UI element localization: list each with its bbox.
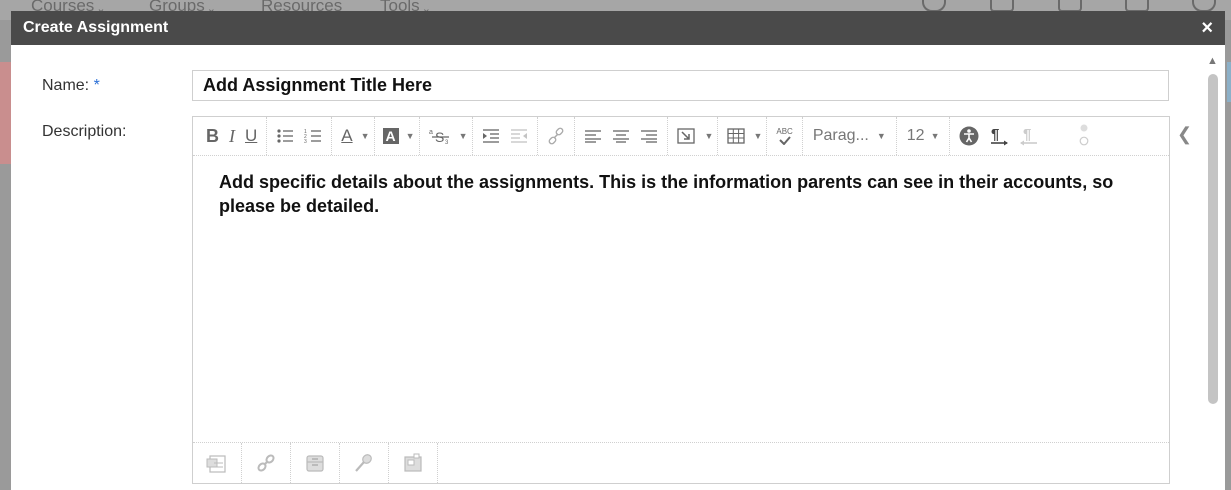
insert-embed-button[interactable] — [389, 443, 438, 483]
font-size-select[interactable]: 12 ▼ — [901, 127, 946, 145]
create-assignment-dialog: Create Assignment × Name: * Add Assignme… — [11, 11, 1225, 490]
align-center-button[interactable] — [607, 129, 635, 143]
caret-down-icon[interactable]: ▼ — [705, 131, 714, 141]
scrollbar-thumb[interactable] — [1208, 74, 1218, 404]
spellcheck-group: ABC — [767, 117, 803, 155]
text-style-group: B I U — [197, 117, 268, 155]
font-color-button[interactable]: A — [336, 126, 357, 146]
insert-media-button[interactable] — [340, 443, 389, 483]
svg-text:3: 3 — [304, 139, 307, 144]
embed-icon — [404, 453, 422, 472]
paragraph-mark-icon: ¶ — [991, 126, 1009, 146]
paragraph-format-group: Parag... ▼ — [803, 117, 897, 155]
editor-footer-toolbar — [193, 442, 1169, 483]
insert-group: ▼ — [668, 117, 719, 155]
collapse-toolbar-icon[interactable]: ❮ — [1177, 124, 1192, 145]
indent-group — [473, 117, 538, 155]
paragraph-rtl-button[interactable]: ¶ — [1014, 126, 1044, 146]
accessibility-icon — [959, 126, 979, 146]
caret-down-icon[interactable]: ▼ — [361, 131, 370, 141]
assignment-name-input[interactable]: Add Assignment Title Here — [192, 70, 1169, 101]
file-icon — [206, 455, 226, 473]
insert-button[interactable] — [672, 128, 702, 144]
list-group: 123 — [267, 117, 333, 155]
table-icon — [727, 128, 746, 144]
script-group: aS3 ▼ — [420, 117, 473, 155]
align-right-icon — [640, 130, 657, 143]
extras-group: ¶ ¶ — [950, 117, 1098, 155]
outdent-button[interactable] — [505, 128, 533, 144]
spellcheck-label: ABC — [776, 126, 793, 136]
paragraph-mark-rtl-icon: ¶ — [1020, 126, 1038, 146]
chain-link-icon — [257, 454, 275, 472]
insert-icon — [676, 128, 695, 144]
strikethrough-script-icon: aS3 — [429, 129, 449, 145]
link-button[interactable] — [542, 127, 570, 145]
dialog-header: Create Assignment × — [11, 11, 1225, 45]
superscript-subscript-button[interactable]: aS3 — [424, 127, 456, 145]
caret-down-icon: ▼ — [876, 131, 886, 141]
archive-icon — [306, 455, 324, 472]
highlight-group: A ▼ — [375, 117, 420, 155]
svg-text:3: 3 — [445, 140, 449, 145]
alignment-group — [575, 117, 668, 155]
name-label-text: Name: — [42, 77, 90, 94]
dialog-title: Create Assignment — [23, 19, 169, 36]
more-options-button[interactable] — [1074, 123, 1094, 149]
font-color-group: A ▼ — [332, 117, 375, 155]
caret-down-icon[interactable]: ▼ — [406, 131, 415, 141]
paragraph-format-value: Parag... — [812, 127, 869, 144]
svg-text:¶: ¶ — [991, 126, 999, 143]
align-left-icon — [584, 130, 601, 143]
close-button[interactable]: × — [1201, 17, 1213, 40]
insert-link-button[interactable] — [242, 443, 291, 483]
paragraph-ltr-button[interactable]: ¶ — [984, 126, 1014, 146]
indent-button[interactable] — [477, 128, 505, 144]
editor-content-area[interactable]: Add specific details about the assignmen… — [193, 156, 1169, 403]
caret-down-icon: ▼ — [930, 131, 940, 141]
table-group: ▼ — [718, 117, 768, 155]
numbered-list-icon: 123 — [304, 129, 322, 144]
background-panel — [1227, 62, 1231, 102]
link-group — [538, 117, 575, 155]
italic-button[interactable]: I — [224, 126, 240, 147]
insert-resource-button[interactable] — [291, 443, 340, 483]
insert-file-button[interactable] — [193, 443, 242, 483]
highlight-button[interactable]: A — [382, 128, 399, 144]
name-label: Name: * — [42, 77, 100, 95]
svg-text:a: a — [429, 129, 433, 136]
font-size-value: 12 — [906, 127, 925, 144]
font-size-group: 12 ▼ — [897, 117, 951, 155]
description-editor: B I U 123 A ▼ A ▼ aS 3 ▼ ▼ ▼ ABC Parag..… — [192, 116, 1170, 484]
underline-button[interactable]: U — [240, 126, 262, 146]
caret-down-icon[interactable]: ▼ — [459, 131, 468, 141]
numbered-list-button[interactable]: 123 — [299, 128, 327, 144]
bullet-list-button[interactable] — [271, 128, 299, 144]
microphone-icon — [355, 454, 372, 472]
caret-down-icon[interactable]: ▼ — [753, 131, 762, 141]
bold-button[interactable]: B — [201, 126, 224, 147]
scroll-up-icon[interactable]: ▲ — [1207, 55, 1218, 67]
table-button[interactable] — [722, 128, 750, 144]
checkmark-icon — [778, 135, 791, 145]
svg-text:¶: ¶ — [1023, 126, 1031, 143]
indent-icon — [482, 129, 499, 143]
more-vertical-icon — [1080, 124, 1089, 146]
align-right-button[interactable] — [635, 129, 663, 143]
paragraph-format-select[interactable]: Parag... ▼ — [807, 127, 892, 145]
outdent-icon — [510, 129, 527, 143]
align-left-button[interactable] — [579, 129, 607, 143]
align-center-icon — [612, 130, 629, 143]
spellcheck-button[interactable]: ABC — [771, 126, 797, 145]
accessibility-button[interactable] — [954, 126, 984, 146]
editor-toolbar: B I U 123 A ▼ A ▼ aS 3 ▼ ▼ ▼ ABC Parag..… — [193, 117, 1169, 156]
link-icon — [548, 127, 563, 145]
bullet-list-icon — [277, 129, 294, 143]
required-marker: * — [93, 77, 100, 94]
description-label: Description: — [42, 123, 127, 140]
